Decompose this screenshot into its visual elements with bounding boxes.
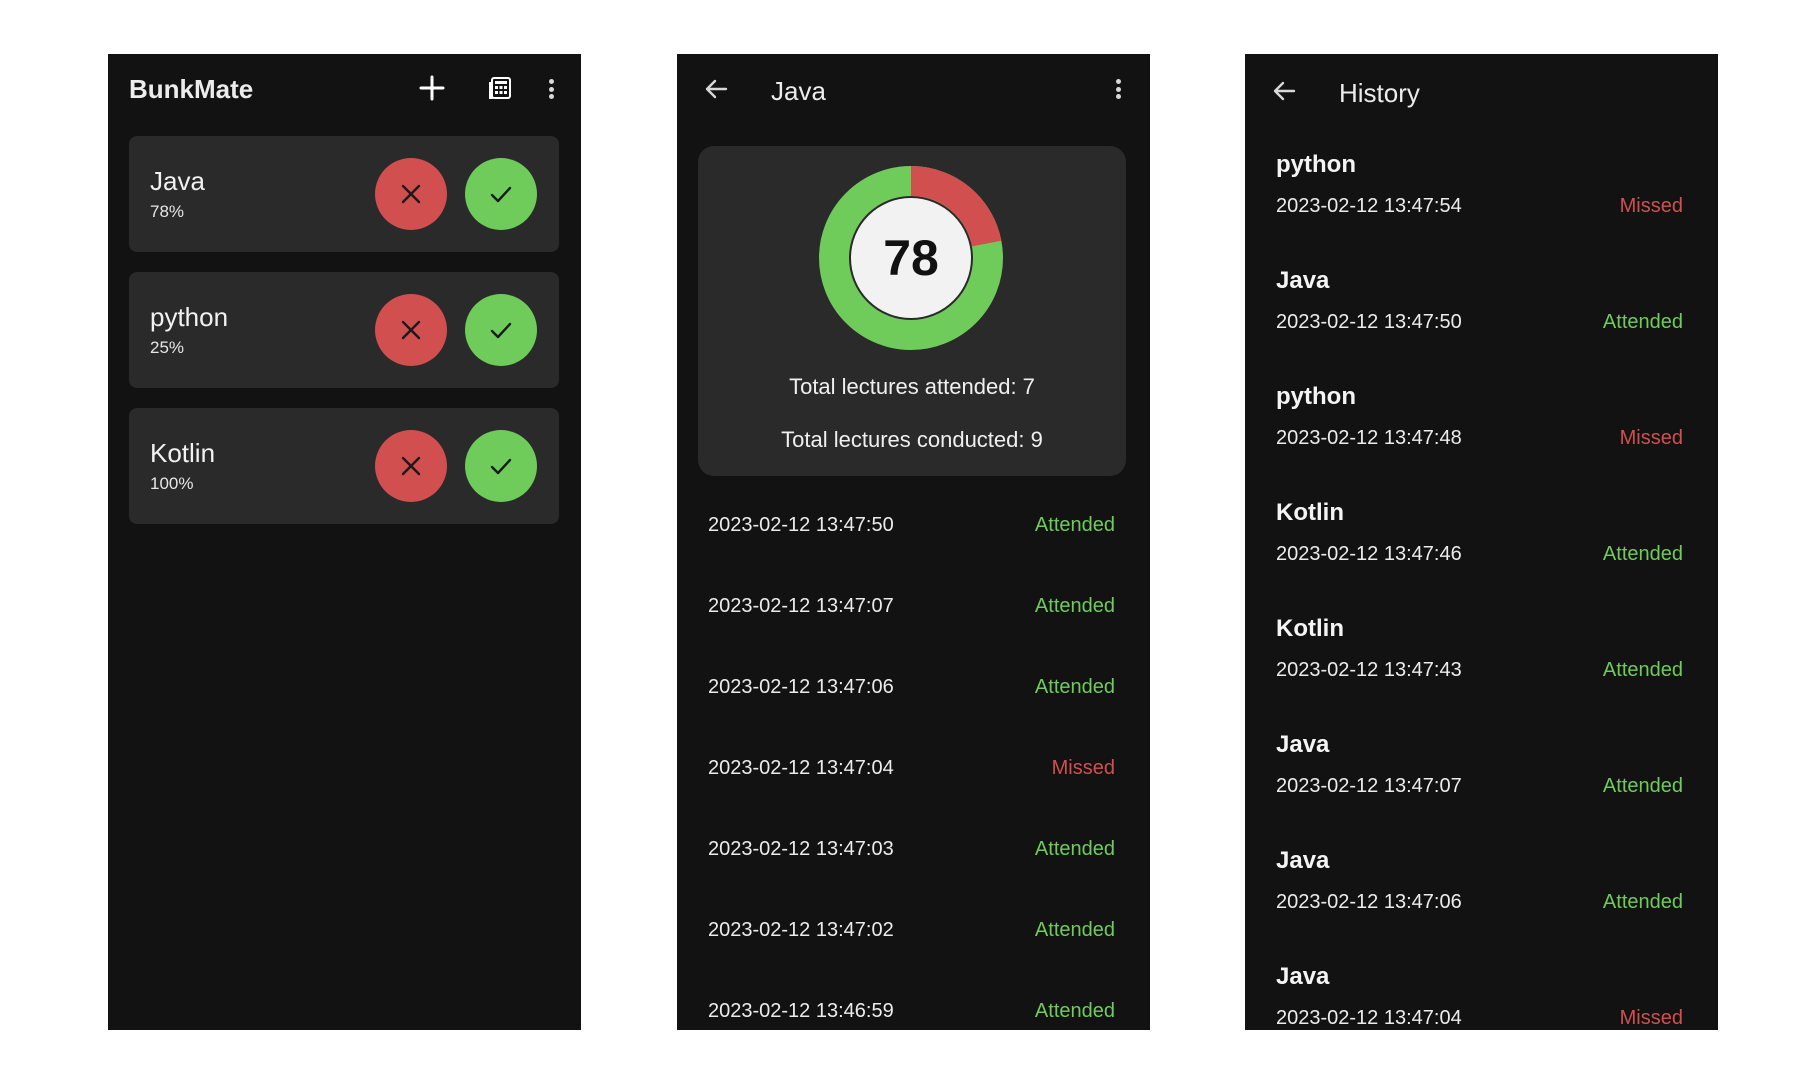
attendance-record-row: 2023-02-12 13:47:02 Attended xyxy=(708,919,1115,949)
attendance-record-row: 2023-02-12 13:47:04 Missed xyxy=(708,757,1115,787)
history-status: Attended xyxy=(1602,659,1683,681)
total-attended-text: Total lectures attended: 7 xyxy=(789,374,1035,399)
app-title: BunkMate xyxy=(129,74,254,104)
detail-app-bar: Java xyxy=(677,54,1150,130)
history-item: Java 2023-02-12 13:47:04 Missed xyxy=(1276,963,1683,1030)
attendance-record-row: 2023-02-12 13:47:50 Attended xyxy=(708,514,1115,544)
history-date: 2023-02-12 13:47:06 xyxy=(1276,891,1462,913)
record-status: Attended xyxy=(1034,676,1115,698)
history-item: python 2023-02-12 13:47:54 Missed xyxy=(1276,151,1683,241)
close-icon xyxy=(401,184,421,204)
history-subject: python xyxy=(1276,383,1356,410)
subject-name: Java xyxy=(150,166,205,196)
close-icon xyxy=(401,320,421,340)
history-app-bar: History xyxy=(1245,54,1718,130)
mark-missed-button[interactable] xyxy=(375,430,447,502)
history-date: 2023-02-12 13:47:48 xyxy=(1276,427,1462,449)
history-date: 2023-02-12 13:47:04 xyxy=(1276,1007,1462,1029)
close-icon xyxy=(401,456,421,476)
record-date: 2023-02-12 13:47:50 xyxy=(708,514,894,536)
history-subject: Java xyxy=(1276,963,1330,990)
history-item: Kotlin 2023-02-12 13:47:43 Attended xyxy=(1276,615,1683,705)
record-status: Attended xyxy=(1034,595,1115,617)
history-item: Java 2023-02-12 13:47:50 Attended xyxy=(1276,267,1683,357)
subject-card-java[interactable]: Java 78% xyxy=(129,136,559,252)
history-status: Missed xyxy=(1619,1007,1683,1029)
mark-missed-button[interactable] xyxy=(375,294,447,366)
subject-card-kotlin[interactable]: Kotlin 100% xyxy=(129,408,559,524)
record-status: Attended xyxy=(1034,919,1115,941)
history-date: 2023-02-12 13:47:50 xyxy=(1276,311,1462,333)
back-arrow-icon[interactable] xyxy=(701,74,731,104)
mark-attended-button[interactable] xyxy=(465,158,537,230)
page-title: History xyxy=(1339,78,1420,108)
history-screen: History python 2023-02-12 13:47:54 Misse… xyxy=(1245,54,1718,1030)
history-item: Kotlin 2023-02-12 13:47:46 Attended xyxy=(1276,499,1683,589)
subject-name: Kotlin xyxy=(150,438,216,468)
attendance-percentage: 78 xyxy=(883,230,939,286)
subject-card-python[interactable]: python 25% xyxy=(129,272,559,388)
subject-percent: 100% xyxy=(150,474,194,493)
calculator-icon[interactable] xyxy=(480,68,520,108)
history-subject: Java xyxy=(1276,847,1330,874)
mark-missed-button[interactable] xyxy=(375,158,447,230)
record-date: 2023-02-12 13:47:06 xyxy=(708,676,894,698)
more-vert-icon[interactable] xyxy=(546,74,556,104)
history-date: 2023-02-12 13:47:46 xyxy=(1276,543,1462,565)
home-app-bar: BunkMate xyxy=(108,54,581,124)
history-status: Attended xyxy=(1602,891,1683,913)
home-screen: BunkMate Java 78% python 25% Kotlin 100% xyxy=(108,54,581,1030)
subject-detail-screen: Java 78 Total lectures attended: 7 Total… xyxy=(677,54,1150,1030)
attendance-record-row: 2023-02-12 13:47:06 Attended xyxy=(708,676,1115,706)
history-subject: Java xyxy=(1276,731,1330,758)
history-date: 2023-02-12 13:47:07 xyxy=(1276,775,1462,797)
mark-attended-button[interactable] xyxy=(465,430,537,502)
subject-percent: 25% xyxy=(150,338,185,357)
history-status: Missed xyxy=(1619,427,1683,449)
record-status: Attended xyxy=(1034,838,1115,860)
history-status: Attended xyxy=(1602,543,1683,565)
history-date: 2023-02-12 13:47:54 xyxy=(1276,195,1462,217)
record-status: Missed xyxy=(1051,757,1115,779)
check-icon xyxy=(490,458,512,475)
history-subject: python xyxy=(1276,151,1356,178)
check-icon xyxy=(490,322,512,339)
record-date: 2023-02-12 13:47:04 xyxy=(708,757,894,779)
history-subject: Kotlin xyxy=(1276,615,1344,642)
history-subject: Java xyxy=(1276,267,1330,294)
record-status: Attended xyxy=(1034,1000,1115,1022)
attendance-record-row: 2023-02-12 13:47:03 Attended xyxy=(708,838,1115,868)
back-arrow-icon[interactable] xyxy=(1269,76,1299,106)
attendance-record-row: 2023-02-12 13:47:07 Attended xyxy=(708,595,1115,625)
attendance-summary-card: 78 Total lectures attended: 7 Total lect… xyxy=(698,146,1126,476)
total-conducted-text: Total lectures conducted: 9 xyxy=(781,427,1043,452)
check-icon xyxy=(490,186,512,203)
record-date: 2023-02-12 13:47:03 xyxy=(708,838,894,860)
record-status: Attended xyxy=(1034,514,1115,536)
history-subject: Kotlin xyxy=(1276,499,1344,526)
history-status: Attended xyxy=(1602,311,1683,333)
history-status: Missed xyxy=(1619,195,1683,217)
history-status: Attended xyxy=(1602,775,1683,797)
record-date: 2023-02-12 13:47:02 xyxy=(708,919,894,941)
subject-name: python xyxy=(150,302,229,332)
mark-attended-button[interactable] xyxy=(465,294,537,366)
history-item: Java 2023-02-12 13:47:07 Attended xyxy=(1276,731,1683,821)
record-date: 2023-02-12 13:46:59 xyxy=(708,1000,894,1022)
plus-icon[interactable] xyxy=(412,68,452,108)
history-item: python 2023-02-12 13:47:48 Missed xyxy=(1276,383,1683,473)
more-vert-icon[interactable] xyxy=(1113,74,1123,104)
history-item: Java 2023-02-12 13:47:06 Attended xyxy=(1276,847,1683,937)
attendance-record-row: 2023-02-12 13:46:59 Attended xyxy=(708,1000,1115,1030)
subject-percent: 78% xyxy=(150,202,185,221)
record-date: 2023-02-12 13:47:07 xyxy=(708,595,894,617)
page-title: Java xyxy=(771,76,826,106)
history-date: 2023-02-12 13:47:43 xyxy=(1276,659,1462,681)
